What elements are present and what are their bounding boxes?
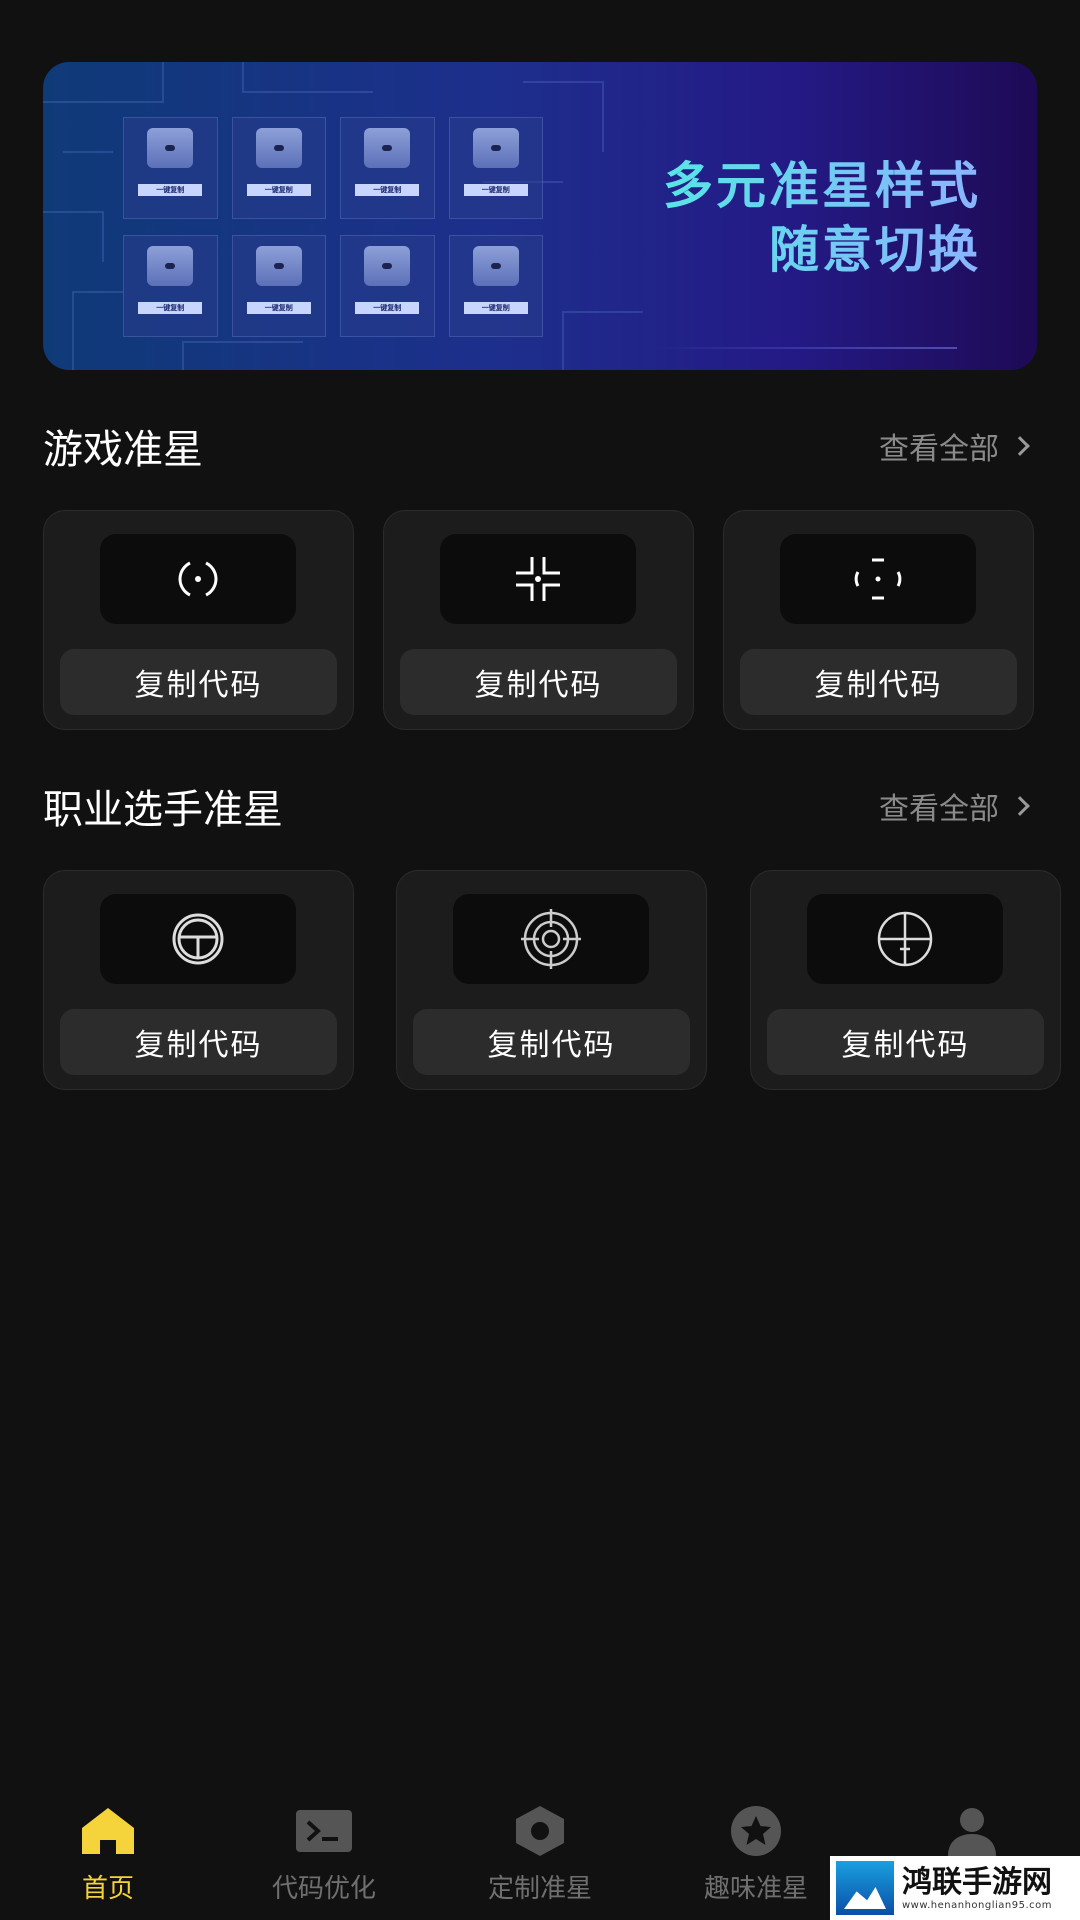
user-icon — [948, 1808, 996, 1856]
banner-headline-line2: 随意切换 — [769, 221, 981, 279]
circle-dot-crosshair-icon — [178, 561, 218, 597]
copy-code-button[interactable]: 复制代码 — [60, 1009, 337, 1075]
corner-brackets-crosshair-icon — [516, 557, 560, 601]
home-icon — [82, 1808, 134, 1854]
view-all-link[interactable]: 查看全部 — [879, 424, 1037, 468]
crosshair-card[interactable]: 复制代码 — [383, 510, 694, 730]
crosshair-preview — [807, 894, 1003, 984]
banner-divider — [653, 347, 957, 349]
copy-code-button[interactable]: 复制代码 — [767, 1009, 1044, 1075]
banner-headline-line1: 多元准星样式 — [663, 157, 981, 215]
banner-tile: 一键复制 — [448, 117, 543, 219]
view-all-label: 查看全部 — [879, 432, 999, 467]
nav-label: 趣味准星 — [703, 1874, 808, 1904]
crosshair-card[interactable]: 复制代码 — [723, 510, 1034, 730]
view-all-label: 查看全部 — [879, 792, 999, 827]
nav-item-custom-crosshair[interactable]: 定制准星 — [432, 1790, 648, 1920]
banner-headline: 多元准星样式 随意切换 — [663, 154, 981, 282]
banner-tile: 一键复制 — [123, 235, 218, 337]
bracket-dot-crosshair-icon — [854, 558, 902, 600]
banner-tile-grid: 一键复制 一键复制 一键复制 一键复制 一键复制 一键复制 一键复制 一键复制 — [123, 117, 543, 337]
crosshair-card[interactable]: 复制代码 — [750, 870, 1061, 1090]
banner-tile: 一键复制 — [448, 235, 543, 337]
nav-item-code-optimize[interactable]: 代码优化 — [216, 1790, 432, 1920]
copy-code-button[interactable]: 复制代码 — [413, 1009, 690, 1075]
banner-tile: 一键复制 — [231, 117, 326, 219]
banner-tile: 一键复制 — [123, 117, 218, 219]
watermark-url: www.henanhonglian95.com — [902, 1899, 1053, 1911]
nav-label: 代码优化 — [271, 1874, 376, 1904]
target-rings-crosshair-icon — [521, 909, 581, 969]
crosshair-preview — [440, 534, 636, 624]
promo-banner[interactable]: 一键复制 一键复制 一键复制 一键复制 一键复制 一键复制 一键复制 一键复制 … — [43, 62, 1037, 370]
hexagon-nut-icon — [516, 1806, 564, 1856]
copy-code-button[interactable]: 复制代码 — [740, 649, 1017, 715]
crosshair-preview — [780, 534, 976, 624]
watermark-logo-icon — [836, 1861, 894, 1915]
banner-tile: 一键复制 — [340, 235, 435, 337]
scope-cross-crosshair-icon — [877, 911, 933, 967]
star-badge-icon — [731, 1806, 781, 1856]
crosshair-preview — [100, 894, 296, 984]
crosshair-card[interactable]: 复制代码 — [396, 870, 707, 1090]
nav-item-home[interactable]: 首页 — [0, 1790, 216, 1920]
crosshair-preview — [100, 534, 296, 624]
banner-tile: 一键复制 — [340, 117, 435, 219]
crosshair-preview — [453, 894, 649, 984]
scope-t-crosshair-icon — [172, 913, 224, 965]
terminal-icon — [296, 1810, 352, 1852]
section-header-game: 游戏准星 查看全部 — [43, 416, 1037, 476]
nav-label: 首页 — [81, 1874, 134, 1904]
watermark-title: 鸿联手游网 — [902, 1864, 1052, 1900]
copy-code-button[interactable]: 复制代码 — [60, 649, 337, 715]
chevron-right-icon — [1010, 796, 1030, 816]
section-title: 游戏准星 — [43, 427, 203, 473]
crosshair-card[interactable]: 复制代码 — [43, 870, 354, 1090]
section-title: 职业选手准星 — [43, 787, 283, 833]
site-watermark: 鸿联手游网 www.henanhonglian95.com — [830, 1856, 1080, 1920]
crosshair-card[interactable]: 复制代码 — [43, 510, 354, 730]
banner-tile: 一键复制 — [231, 235, 326, 337]
view-all-link[interactable]: 查看全部 — [879, 784, 1037, 828]
chevron-right-icon — [1010, 436, 1030, 456]
copy-code-button[interactable]: 复制代码 — [400, 649, 677, 715]
nav-label: 定制准星 — [487, 1874, 592, 1904]
section-header-pro: 职业选手准星 查看全部 — [43, 776, 1037, 836]
